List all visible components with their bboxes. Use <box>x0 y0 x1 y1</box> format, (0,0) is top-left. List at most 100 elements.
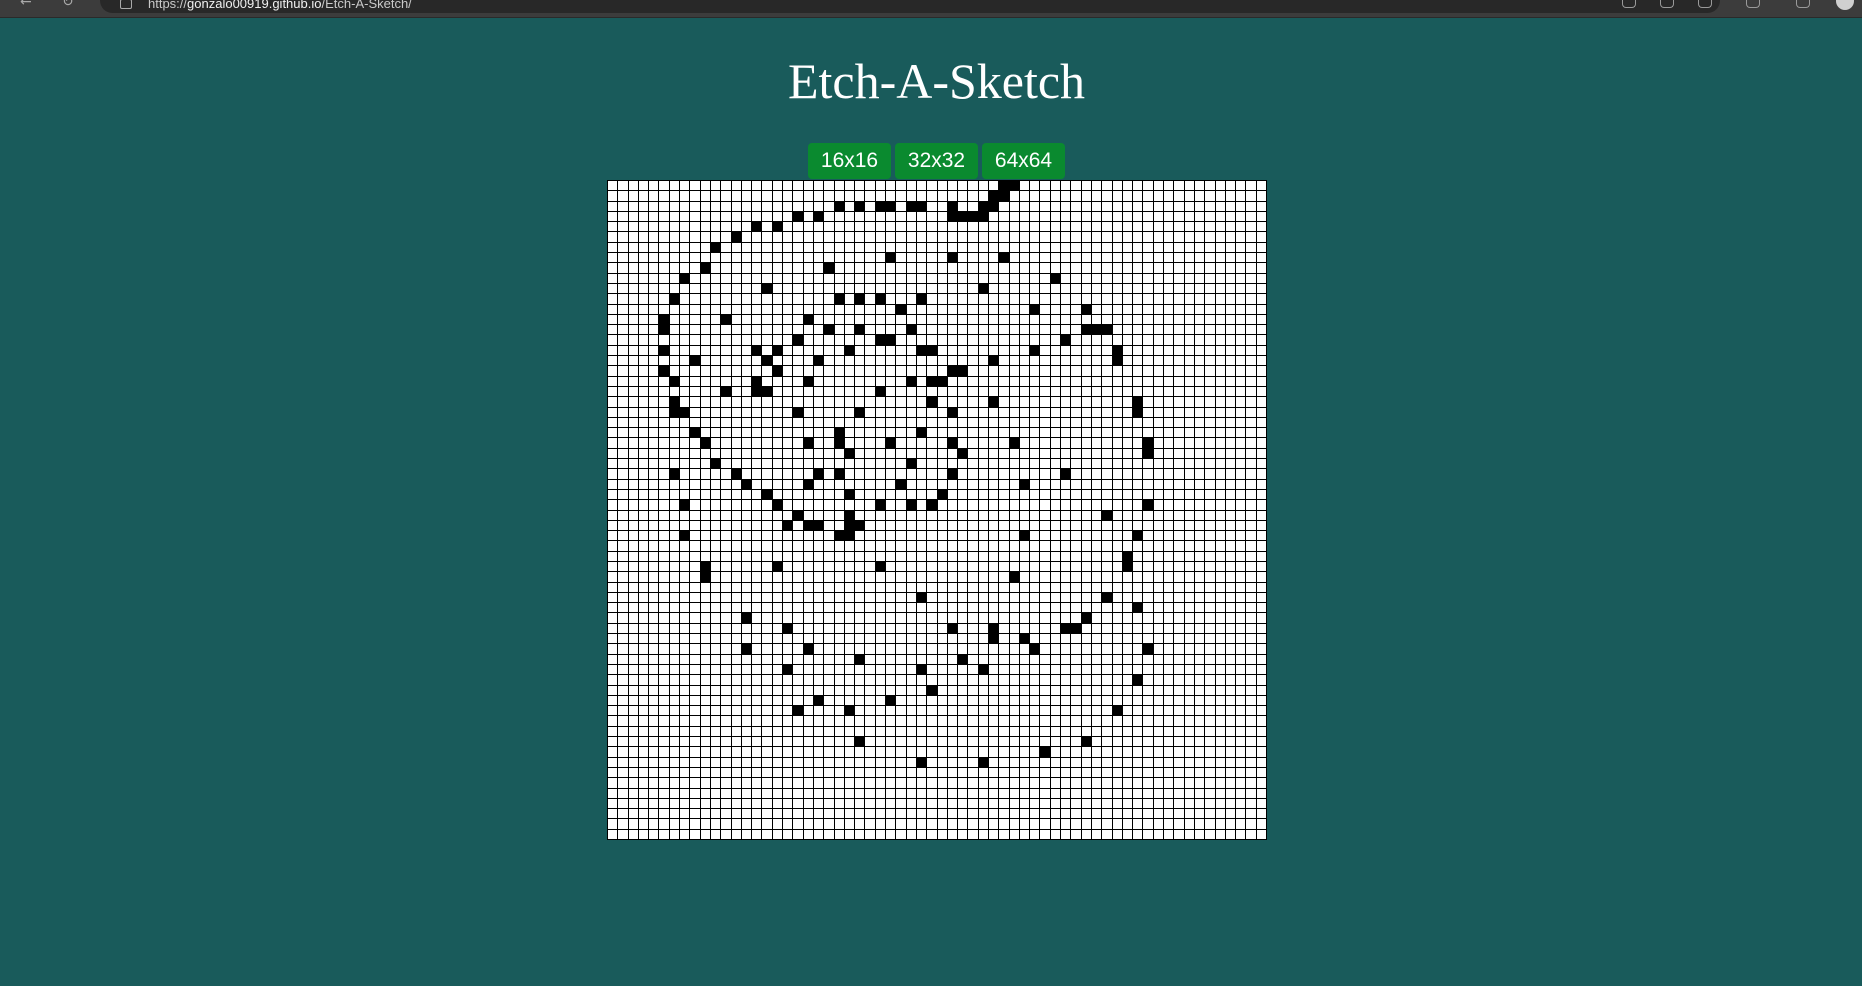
grid-cell[interactable] <box>1143 459 1153 469</box>
grid-cell[interactable] <box>906 664 916 675</box>
grid-cell[interactable] <box>721 737 731 747</box>
grid-cell[interactable] <box>772 222 783 232</box>
grid-cell[interactable] <box>1164 716 1174 726</box>
grid-cell[interactable] <box>824 448 834 459</box>
grid-cell[interactable] <box>1174 263 1184 273</box>
grid-cell[interactable] <box>690 510 700 520</box>
grid-cell[interactable] <box>999 428 1009 438</box>
grid-cell[interactable] <box>752 767 762 778</box>
grid-cell[interactable] <box>752 819 762 829</box>
grid-cell[interactable] <box>762 809 772 819</box>
grid-cell[interactable] <box>958 263 968 273</box>
grid-cell[interactable] <box>649 304 659 314</box>
grid-cell[interactable] <box>999 448 1009 459</box>
grid-cell[interactable] <box>762 294 772 304</box>
grid-cell[interactable] <box>608 376 618 386</box>
grid-cell[interactable] <box>855 706 865 716</box>
grid-cell[interactable] <box>690 809 700 819</box>
grid-cell[interactable] <box>690 603 700 613</box>
grid-cell[interactable] <box>1050 356 1061 366</box>
grid-cell[interactable] <box>927 211 937 222</box>
grid-cell[interactable] <box>1030 469 1040 479</box>
grid-cell[interactable] <box>783 737 793 747</box>
grid-cell[interactable] <box>988 572 999 582</box>
grid-cell[interactable] <box>1215 397 1225 407</box>
grid-cell[interactable] <box>886 829 896 839</box>
grid-cell[interactable] <box>834 531 844 541</box>
grid-cell[interactable] <box>680 417 690 428</box>
grid-cell[interactable] <box>772 634 783 644</box>
grid-cell[interactable] <box>680 469 690 479</box>
grid-cell[interactable] <box>1153 489 1164 500</box>
grid-cell[interactable] <box>937 531 947 541</box>
grid-cell[interactable] <box>1256 366 1266 376</box>
grid-cell[interactable] <box>659 242 669 253</box>
grid-cell[interactable] <box>1205 479 1215 489</box>
grid-cell[interactable] <box>916 242 927 253</box>
grid-cell[interactable] <box>710 232 721 242</box>
grid-cell[interactable] <box>1143 448 1153 459</box>
grid-cell[interactable] <box>978 407 988 417</box>
grid-cell[interactable] <box>1081 623 1091 634</box>
grid-cell[interactable] <box>1133 510 1143 520</box>
grid-cell[interactable] <box>844 798 855 809</box>
grid-cell[interactable] <box>824 685 834 695</box>
grid-cell[interactable] <box>1164 273 1174 283</box>
grid-cell[interactable] <box>669 489 680 500</box>
grid-cell[interactable] <box>803 829 813 839</box>
grid-cell[interactable] <box>1019 438 1030 448</box>
grid-cell[interactable] <box>1009 500 1019 510</box>
grid-cell[interactable] <box>916 737 927 747</box>
grid-cell[interactable] <box>906 479 916 489</box>
grid-cell[interactable] <box>1153 767 1164 778</box>
grid-cell[interactable] <box>1050 397 1061 407</box>
grid-cell[interactable] <box>618 314 628 325</box>
grid-cell[interactable] <box>1081 407 1091 417</box>
grid-cell[interactable] <box>1050 613 1061 623</box>
grid-cell[interactable] <box>865 428 875 438</box>
grid-cell[interactable] <box>793 613 803 623</box>
grid-cell[interactable] <box>968 613 978 623</box>
grid-cell[interactable] <box>906 438 916 448</box>
grid-cell[interactable] <box>834 737 844 747</box>
grid-cell[interactable] <box>783 809 793 819</box>
grid-cell[interactable] <box>1246 304 1256 314</box>
grid-cell[interactable] <box>813 592 824 603</box>
grid-cell[interactable] <box>1184 592 1194 603</box>
grid-cell[interactable] <box>1091 644 1102 654</box>
grid-cell[interactable] <box>1205 664 1215 675</box>
grid-cell[interactable] <box>1194 809 1205 819</box>
grid-cell[interactable] <box>968 819 978 829</box>
grid-cell[interactable] <box>824 438 834 448</box>
grid-cell[interactable] <box>1050 634 1061 644</box>
grid-cell[interactable] <box>1112 716 1122 726</box>
grid-cell[interactable] <box>947 716 958 726</box>
grid-cell[interactable] <box>999 592 1009 603</box>
grid-cell[interactable] <box>731 829 741 839</box>
grid-cell[interactable] <box>700 345 710 356</box>
grid-cell[interactable] <box>1081 634 1091 644</box>
grid-cell[interactable] <box>1205 737 1215 747</box>
grid-cell[interactable] <box>803 654 813 664</box>
grid-cell[interactable] <box>1040 551 1050 561</box>
grid-cell[interactable] <box>783 448 793 459</box>
grid-cell[interactable] <box>1184 417 1194 428</box>
grid-cell[interactable] <box>937 438 947 448</box>
grid-cell[interactable] <box>659 232 669 242</box>
grid-cell[interactable] <box>1246 417 1256 428</box>
grid-cell[interactable] <box>947 613 958 623</box>
grid-cell[interactable] <box>659 191 669 201</box>
grid-cell[interactable] <box>947 757 958 767</box>
grid-cell[interactable] <box>669 592 680 603</box>
grid-cell[interactable] <box>659 726 669 737</box>
grid-cell[interactable] <box>813 459 824 469</box>
grid-cell[interactable] <box>1246 273 1256 283</box>
grid-cell[interactable] <box>721 407 731 417</box>
grid-cell[interactable] <box>1112 314 1122 325</box>
grid-cell[interactable] <box>680 366 690 376</box>
grid-cell[interactable] <box>1164 294 1174 304</box>
grid-cell[interactable] <box>741 335 752 345</box>
grid-cell[interactable] <box>978 417 988 428</box>
grid-cell[interactable] <box>762 747 772 757</box>
grid-cell[interactable] <box>659 747 669 757</box>
